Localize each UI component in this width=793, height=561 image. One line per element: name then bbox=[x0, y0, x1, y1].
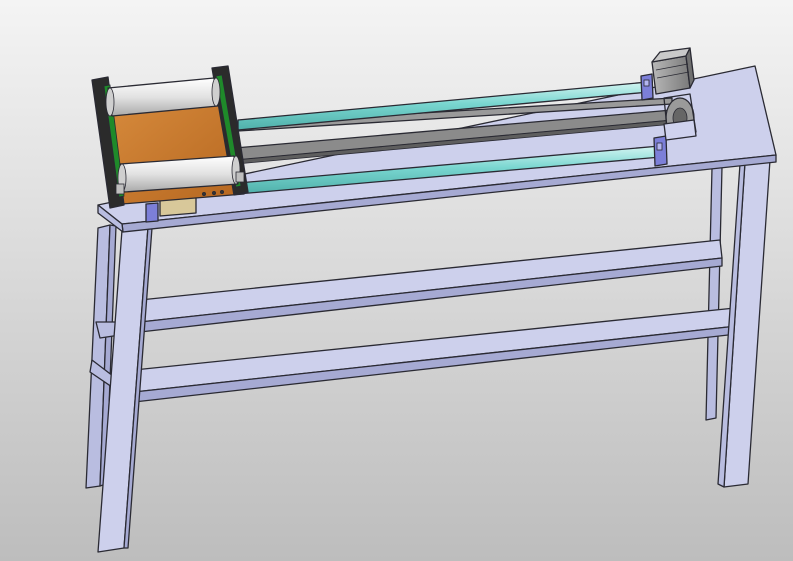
stepper-motor bbox=[651, 47, 695, 95]
motor-bracket bbox=[663, 119, 697, 141]
carriage-bolt bbox=[219, 189, 224, 194]
carriage-bolt bbox=[201, 191, 206, 196]
carriage-bolt bbox=[211, 190, 216, 195]
bearing-block-rear-right bbox=[640, 73, 654, 101]
cad-scene bbox=[0, 0, 793, 561]
bearing-block-front-right bbox=[653, 135, 668, 167]
bearing-block-front-left bbox=[145, 202, 159, 223]
carriage bbox=[91, 65, 249, 209]
